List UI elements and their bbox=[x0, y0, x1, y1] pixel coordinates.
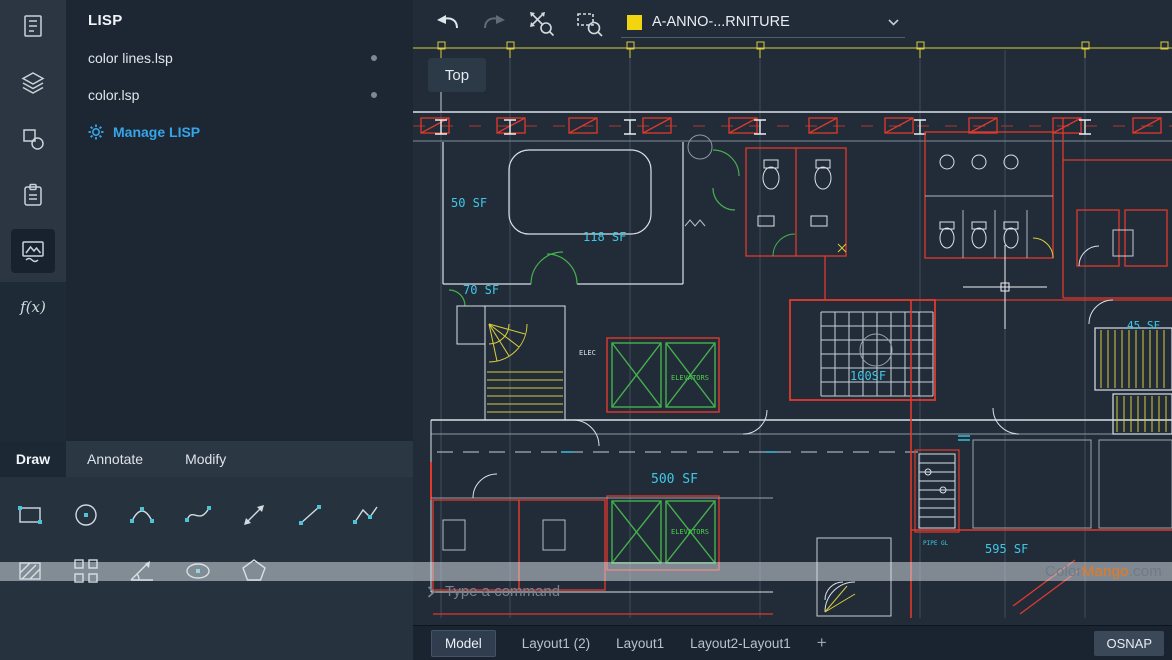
ellipse-tool-icon[interactable] bbox=[181, 554, 215, 588]
lisp-panel: LISP color lines.lsp color.lsp Manage LI… bbox=[66, 0, 413, 441]
pan-zoom-button[interactable] bbox=[526, 8, 556, 38]
lisp-file-name: color lines.lsp bbox=[88, 50, 173, 66]
functions-icon-label: f(x) bbox=[20, 298, 46, 316]
layout-tabs-bar: Model Layout1 (2) Layout1 Layout2-Layout… bbox=[413, 625, 1172, 660]
functions-icon[interactable]: f(x) bbox=[11, 285, 55, 329]
zoom-window-button[interactable] bbox=[574, 8, 604, 38]
drawing-canvas[interactable] bbox=[413, 0, 1172, 625]
manage-lisp-button[interactable]: Manage LISP bbox=[66, 113, 413, 150]
chevron-down-icon bbox=[888, 19, 899, 26]
polygon-tool-icon[interactable] bbox=[237, 554, 271, 588]
canvas-toolbar: A-ANNO-...RNITURE bbox=[413, 0, 1172, 47]
manage-lisp-label: Manage LISP bbox=[113, 124, 200, 140]
references-icon[interactable] bbox=[11, 229, 55, 273]
spline-tool-icon[interactable] bbox=[181, 498, 215, 532]
arc-tool-icon[interactable] bbox=[125, 498, 159, 532]
hatch-tool-icon[interactable] bbox=[13, 554, 47, 588]
tab-annotate[interactable]: Annotate bbox=[66, 441, 164, 477]
polyline-tool-icon[interactable] bbox=[349, 498, 383, 532]
array-tool-icon[interactable] bbox=[69, 554, 103, 588]
tab-modify[interactable]: Modify bbox=[164, 441, 247, 477]
paste-icon[interactable] bbox=[11, 173, 55, 217]
layers-icon[interactable] bbox=[11, 61, 55, 105]
blocks-icon[interactable] bbox=[11, 117, 55, 161]
cad-viewport: 50 SF 118 SF 70 SF 45 SF 100SF 500 SF 59… bbox=[413, 0, 1172, 660]
viewcube-top[interactable]: Top bbox=[428, 58, 486, 92]
layer-color-swatch bbox=[627, 15, 642, 30]
ribbon-tab-bar: Draw Annotate Modify bbox=[0, 441, 413, 477]
lisp-file-name: color.lsp bbox=[88, 87, 139, 103]
sheets-icon[interactable] bbox=[11, 4, 55, 48]
gear-icon bbox=[88, 124, 104, 140]
new-layout-button[interactable]: + bbox=[817, 633, 827, 653]
tab-layout2-layout1[interactable]: Layout2-Layout1 bbox=[690, 636, 791, 651]
tab-draw[interactable]: Draw bbox=[0, 441, 66, 477]
line-tool-icon[interactable] bbox=[293, 498, 327, 532]
measure-tool-icon[interactable] bbox=[125, 554, 159, 588]
layer-select[interactable]: A-ANNO-...RNITURE bbox=[621, 7, 905, 38]
rectangle-tool-icon[interactable] bbox=[13, 498, 47, 532]
file-status-dot bbox=[371, 55, 377, 61]
lisp-file-item[interactable]: color.lsp bbox=[66, 76, 413, 113]
app-window: f(x) LISP color lines.lsp color.lsp Mana… bbox=[0, 0, 1172, 660]
circle-tool-icon[interactable] bbox=[69, 498, 103, 532]
draw-tool-palette bbox=[0, 477, 413, 660]
tab-model[interactable]: Model bbox=[431, 630, 496, 657]
undo-button[interactable] bbox=[433, 8, 463, 38]
panel-title: LISP bbox=[66, 0, 413, 39]
lisp-file-item[interactable]: color lines.lsp bbox=[66, 39, 413, 76]
osnap-button[interactable]: OSNAP bbox=[1094, 631, 1164, 656]
file-status-dot bbox=[371, 92, 377, 98]
prompt-icon bbox=[427, 586, 436, 598]
command-prompt-text: Type a command bbox=[445, 583, 560, 600]
tab-layout1-2[interactable]: Layout1 (2) bbox=[522, 636, 590, 651]
redo-button[interactable] bbox=[479, 8, 509, 38]
dimension-tool-icon[interactable] bbox=[237, 498, 271, 532]
tab-layout1[interactable]: Layout1 bbox=[616, 636, 664, 651]
command-line-input[interactable]: Type a command bbox=[427, 583, 560, 600]
layer-name: A-ANNO-...RNITURE bbox=[652, 14, 790, 30]
